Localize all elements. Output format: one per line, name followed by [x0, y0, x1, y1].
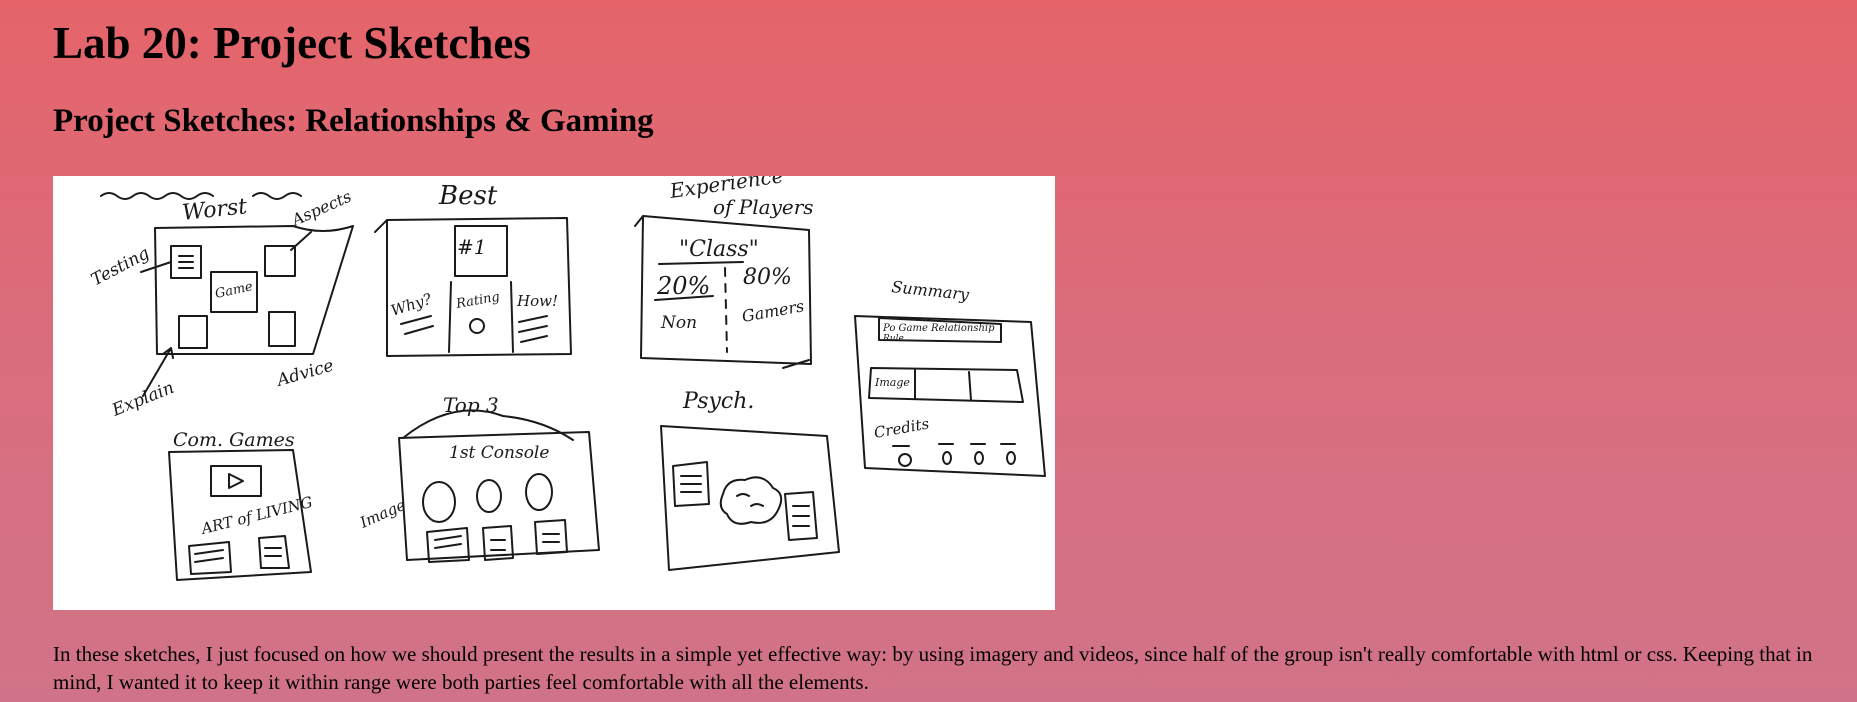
play-triangle: [228, 473, 244, 489]
lines: [518, 315, 548, 343]
label-best: Best: [438, 181, 498, 211]
description-paragraph: In these sketches, I just focused on how…: [53, 642, 1813, 694]
label-80pct: 80%: [743, 265, 792, 290]
box: [784, 491, 818, 541]
circle: [422, 481, 456, 523]
sketch-panel-experience: Experience of Players "Class" 20% 80% No…: [634, 176, 814, 369]
label-explain: Explain: [108, 378, 177, 421]
label-first-console: 1st Console: [449, 443, 549, 463]
lines: [400, 315, 434, 335]
credit-circle: [898, 453, 912, 467]
label-image: Image: [356, 496, 408, 532]
label-psych: Psych.: [682, 389, 754, 414]
label-of-players: of Players: [713, 195, 814, 219]
page-title: Lab 20: Project Sketches: [53, 18, 531, 68]
circle: [469, 318, 485, 334]
label-rating: Rating: [454, 290, 501, 313]
label-summary-image: Image: [874, 376, 910, 389]
sketch-drawing: Worst Game Testing Aspects Explain Advic…: [88, 176, 1046, 581]
sketch-panel-psych: Psych.: [660, 389, 840, 571]
label-how: How!: [516, 292, 558, 310]
box: [178, 315, 208, 349]
label-credits: Credits: [873, 414, 931, 441]
label-number-one: #1: [457, 235, 486, 259]
page-subtitle: Project Sketches: Relationships & Gaming: [53, 103, 654, 139]
video-box: [210, 465, 262, 497]
label-why: Why?: [389, 290, 435, 320]
label-art-of-living: ART of LIVING: [198, 493, 315, 538]
credit-circle: [1006, 451, 1016, 465]
label-class: "Class": [679, 237, 759, 262]
circle: [525, 473, 553, 511]
credit-lines: [892, 443, 1016, 447]
credit-circle: [942, 451, 952, 465]
label-non: Non: [660, 313, 697, 333]
box: [534, 519, 568, 555]
label-com-games: Com. Games: [173, 429, 295, 451]
project-sketch-image: Worst Game Testing Aspects Explain Advic…: [53, 176, 1055, 610]
sketch-panel-summary: Summary Po Game Relationship Rule Image …: [854, 277, 1046, 477]
divider: [724, 267, 728, 353]
label-summary-cols: Po Game Relationship: [882, 323, 995, 334]
brain-sketch: [719, 476, 783, 525]
label-testing: Testing: [88, 243, 153, 290]
circle: [476, 479, 502, 513]
sketch-panel-worst: Worst Game Testing Aspects Explain Advic…: [88, 187, 354, 421]
box: [258, 535, 290, 569]
box: [672, 461, 710, 507]
sketch-panel-top-3: Top 3 1st Console Image: [356, 393, 600, 563]
label-summary: Summary: [891, 277, 971, 304]
sketch-panel-com-games: Com. Games ART of LIVING: [168, 429, 315, 581]
label-gamers: Gamers: [740, 296, 805, 326]
underline: [658, 261, 744, 265]
arrow: [290, 231, 312, 251]
label-game: Game: [214, 279, 255, 302]
label-advice: Advice: [273, 356, 336, 392]
box: [268, 311, 296, 347]
credit-circle: [974, 451, 984, 465]
lines: [178, 255, 194, 269]
frame-psych: [660, 425, 840, 571]
label-summary-rule: Rule: [882, 334, 904, 344]
sketch-panel-best: Best #1 Why? Rating How!: [374, 181, 572, 357]
box: [188, 541, 232, 575]
